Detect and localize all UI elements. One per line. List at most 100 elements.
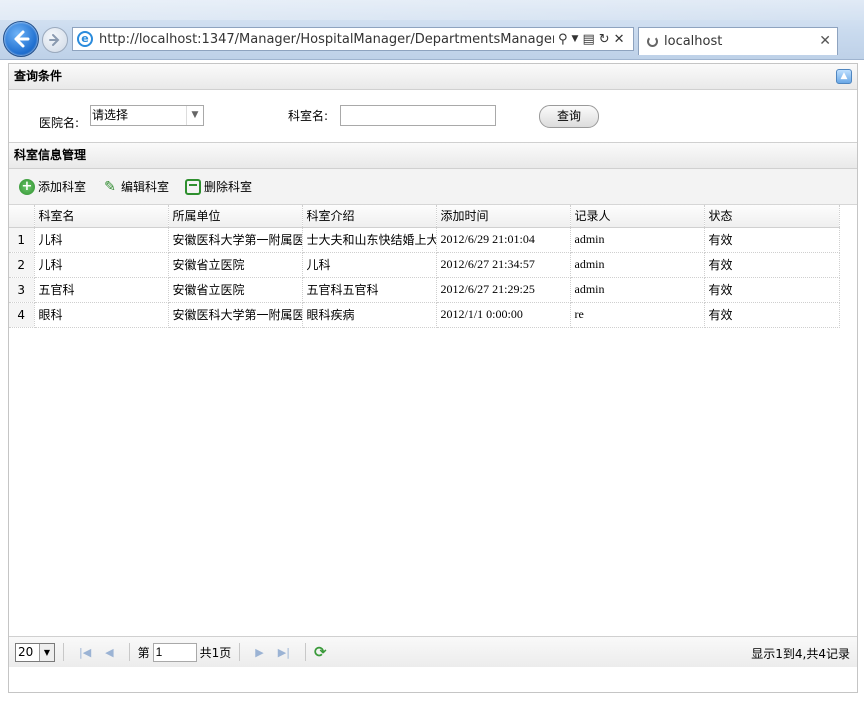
cell-status: 有效 [704, 252, 840, 278]
department-input[interactable] [340, 105, 496, 126]
table-row[interactable]: 3 五官科 安徽省立医院 五官科五官科 2012/6/27 21:29:25 a… [9, 277, 840, 303]
pagination-bar: 20 ▼ |◀ ◀ 第 共1页 ▶ ▶| ⟳ 显示1到4,共4记录 [9, 637, 857, 667]
row-number: 3 [9, 277, 35, 303]
ie-logo-icon: e [77, 31, 93, 47]
cell-name: 儿科 [34, 252, 169, 278]
cell-recorder: admin [570, 227, 705, 253]
stop-icon[interactable]: ✕ [614, 32, 625, 47]
loading-spinner-icon [647, 36, 658, 47]
hospital-select[interactable]: 请选择 ▼ [90, 105, 204, 126]
page-size-select[interactable]: 20 ▼ [15, 642, 55, 662]
cell-unit: 安徽医科大学第一附属医院 [168, 227, 303, 253]
cell-intro: 眼科疾病 [302, 302, 437, 328]
page-prefix-label: 第 [137, 645, 150, 660]
window-titlebar [0, 0, 864, 20]
cell-intro: 儿科 [302, 252, 437, 278]
column-header-name[interactable]: 科室名 [34, 205, 169, 228]
row-number: 2 [9, 252, 35, 278]
edit-department-button[interactable]: ✎ 编辑科室 [102, 178, 169, 195]
cell-name: 儿科 [34, 227, 169, 253]
previous-page-icon[interactable]: ◀ [105, 646, 113, 659]
column-header-time[interactable]: 添加时间 [436, 205, 571, 228]
cell-unit: 安徽省立医院 [168, 252, 303, 278]
hospital-label: 医院名: [39, 116, 80, 130]
edit-department-label: 编辑科室 [121, 180, 170, 194]
browser-tab[interactable]: localhost ✕ [638, 27, 838, 55]
cell-intro: 五官科五官科 [302, 277, 437, 303]
browser-chrome: e http://localhost:1347/Manager/Hospital… [0, 0, 864, 60]
cell-time: 2012/6/27 21:34:57 [436, 252, 571, 278]
pager-separator [239, 643, 241, 661]
table-row[interactable]: 1 儿科 安徽医科大学第一附属医院 士大夫和山东快结婚上大学 2012/6/29… [9, 227, 840, 253]
forward-button[interactable] [42, 27, 68, 53]
search-icon[interactable]: ⚲ [558, 32, 568, 47]
cell-recorder: admin [570, 277, 705, 303]
cell-recorder: admin [570, 252, 705, 278]
grid-body: 科室名 所属单位 科室介绍 添加时间 记录人 状态 1 儿科 安徽医科大学第一附… [9, 205, 857, 637]
collapse-icon[interactable]: ▲ [836, 69, 852, 84]
add-department-label: 添加科室 [38, 180, 87, 194]
search-button[interactable]: 查询 [539, 105, 599, 128]
column-header-intro[interactable]: 科室介绍 [302, 205, 437, 228]
query-panel-title: 查询条件 [14, 69, 63, 83]
cell-status: 有效 [704, 227, 840, 253]
dropdown-arrow-icon[interactable]: ▼ [572, 34, 579, 44]
tab-title: localhost [664, 34, 723, 49]
delete-icon [185, 178, 202, 195]
cell-time: 2012/6/27 21:29:25 [436, 277, 571, 303]
cell-recorder: re [570, 302, 705, 328]
row-number: 1 [9, 227, 35, 253]
table-row[interactable]: 4 眼科 安徽医科大学第一附属医院 眼科疾病 2012/1/1 0:00:00 … [9, 302, 840, 328]
column-header-unit[interactable]: 所属单位 [168, 205, 303, 228]
pager-separator [304, 643, 306, 661]
back-arrow-icon [14, 30, 30, 48]
refresh-icon[interactable]: ⟳ [314, 643, 327, 661]
compat-view-icon[interactable]: ▤ [582, 32, 594, 47]
grid-toolbar: + 添加科室 ✎ 编辑科室 删除科室 [9, 169, 857, 205]
hospital-select-value: 请选择 [92, 108, 129, 122]
forward-arrow-icon [49, 34, 60, 46]
cell-unit: 安徽省立医院 [168, 277, 303, 303]
grid-title: 科室信息管理 [14, 148, 87, 162]
cell-name: 眼科 [34, 302, 169, 328]
close-tab-icon[interactable]: ✕ [819, 33, 831, 49]
query-panel-header: 查询条件 ▲ [9, 64, 857, 90]
cell-name: 五官科 [34, 277, 169, 303]
chevron-down-icon[interactable]: ▼ [39, 643, 54, 661]
refresh-icon[interactable]: ↻ [599, 32, 610, 47]
last-page-icon[interactable]: ▶| [278, 646, 290, 659]
department-label: 科室名: [288, 109, 329, 123]
first-page-icon[interactable]: |◀ [79, 646, 91, 659]
back-button[interactable] [3, 21, 39, 57]
page-number-input[interactable] [152, 642, 197, 662]
table-header-row: 科室名 所属单位 科室介绍 添加时间 记录人 状态 [9, 205, 840, 228]
cell-time: 2012/1/1 0:00:00 [436, 302, 571, 328]
cell-time: 2012/6/29 21:01:04 [436, 227, 571, 253]
query-form: 医院名: 请选择 ▼ 科室名: 查询 [9, 90, 857, 143]
cell-status: 有效 [704, 302, 840, 328]
column-header-status[interactable]: 状态 [704, 205, 840, 228]
cell-status: 有效 [704, 277, 840, 303]
departments-table: 科室名 所属单位 科室介绍 添加时间 记录人 状态 1 儿科 安徽医科大学第一附… [9, 205, 840, 328]
page-total-label: 共1页 [199, 645, 232, 660]
column-header-recorder[interactable]: 记录人 [570, 205, 705, 228]
address-url[interactable]: http://localhost:1347/Manager/HospitalMa… [99, 32, 554, 47]
pencil-icon: ✎ [104, 178, 116, 195]
cell-unit: 安徽医科大学第一附属医院 [168, 302, 303, 328]
pager-separator [128, 643, 130, 661]
row-number: 4 [9, 302, 35, 328]
grid-header: 科室信息管理 [9, 143, 857, 169]
page-size-value: 20 [18, 645, 34, 659]
page-container: 查询条件 ▲ 医院名: 请选择 ▼ 科室名: 查询 科室信息管理 + 添加科室 … [8, 63, 858, 693]
add-icon: + [19, 178, 35, 195]
row-number-header [9, 205, 35, 228]
address-bar[interactable]: e http://localhost:1347/Manager/Hospital… [72, 27, 634, 51]
table-row[interactable]: 2 儿科 安徽省立医院 儿科 2012/6/27 21:34:57 admin … [9, 252, 840, 278]
delete-department-button[interactable]: 删除科室 [185, 178, 252, 195]
delete-department-label: 删除科室 [204, 180, 253, 194]
add-department-button[interactable]: + 添加科室 [19, 178, 86, 195]
pager-info: 显示1到4,共4记录 [751, 647, 850, 661]
chevron-down-icon[interactable]: ▼ [186, 106, 203, 125]
cell-intro: 士大夫和山东快结婚上大学 [302, 227, 437, 253]
next-page-icon[interactable]: ▶ [255, 646, 263, 659]
